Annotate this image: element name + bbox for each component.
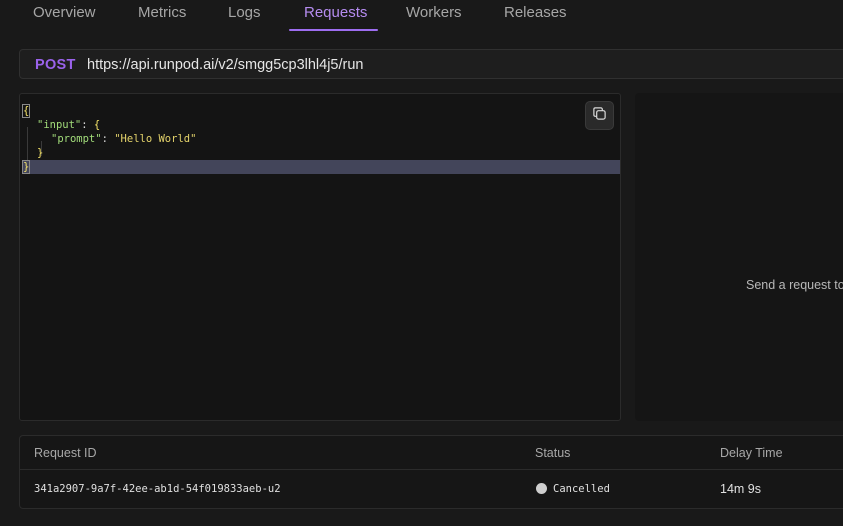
response-placeholder-text: Send a request to — [746, 278, 843, 292]
code-token: "input" — [37, 119, 82, 131]
code-line-active: } — [21, 160, 620, 174]
request-id-cell[interactable]: 341a2907-9a7f-42ee-ab1d-54f019833aeb-u2 — [34, 483, 281, 495]
status-indicator-icon — [536, 483, 547, 494]
response-panel: Send a request to — [635, 93, 843, 421]
copy-icon — [592, 106, 607, 126]
endpoint-url[interactable]: https://api.runpod.ai/v2/smgg5cp3lhl4j5/… — [87, 57, 363, 73]
code-content[interactable]: { "input": { "prompt": "Hello World" } } — [21, 104, 620, 174]
active-tab-indicator — [289, 29, 378, 31]
copy-button[interactable] — [585, 101, 614, 130]
code-token: "Hello World" — [114, 133, 197, 145]
header-divider — [20, 469, 843, 470]
tab-bar: Overview Metrics Logs Requests Workers R… — [0, 0, 843, 31]
status-cell: Cancelled — [553, 483, 610, 495]
column-header-request-id: Request ID — [34, 446, 97, 460]
tab-releases[interactable]: Releases — [504, 4, 567, 21]
request-body-editor[interactable]: { "input": { "prompt": "Hello World" } } — [19, 93, 621, 421]
endpoint-url-bar: POST https://api.runpod.ai/v2/smgg5cp3lh… — [19, 49, 843, 79]
code-line: { — [21, 104, 620, 118]
tab-requests[interactable]: Requests — [304, 4, 367, 21]
http-method-label[interactable]: POST — [35, 57, 76, 73]
requests-table: Request ID Status Delay Time 341a2907-9a… — [19, 435, 843, 509]
code-token: "prompt" — [51, 133, 102, 145]
tab-overview[interactable]: Overview — [33, 4, 96, 21]
tab-logs[interactable]: Logs — [228, 4, 261, 21]
code-line: "input": { — [27, 119, 101, 142]
code-line: "prompt": "Hello World" — [27, 133, 197, 156]
column-header-status: Status — [535, 446, 571, 460]
delay-time-cell: 14m 9s — [720, 482, 761, 496]
code-token: } — [21, 160, 31, 174]
column-header-delay-time: Delay Time — [720, 446, 783, 460]
tab-metrics[interactable]: Metrics — [138, 4, 186, 21]
code-token: { — [21, 104, 31, 118]
tab-workers[interactable]: Workers — [406, 4, 462, 21]
code-line: } — [27, 147, 44, 170]
